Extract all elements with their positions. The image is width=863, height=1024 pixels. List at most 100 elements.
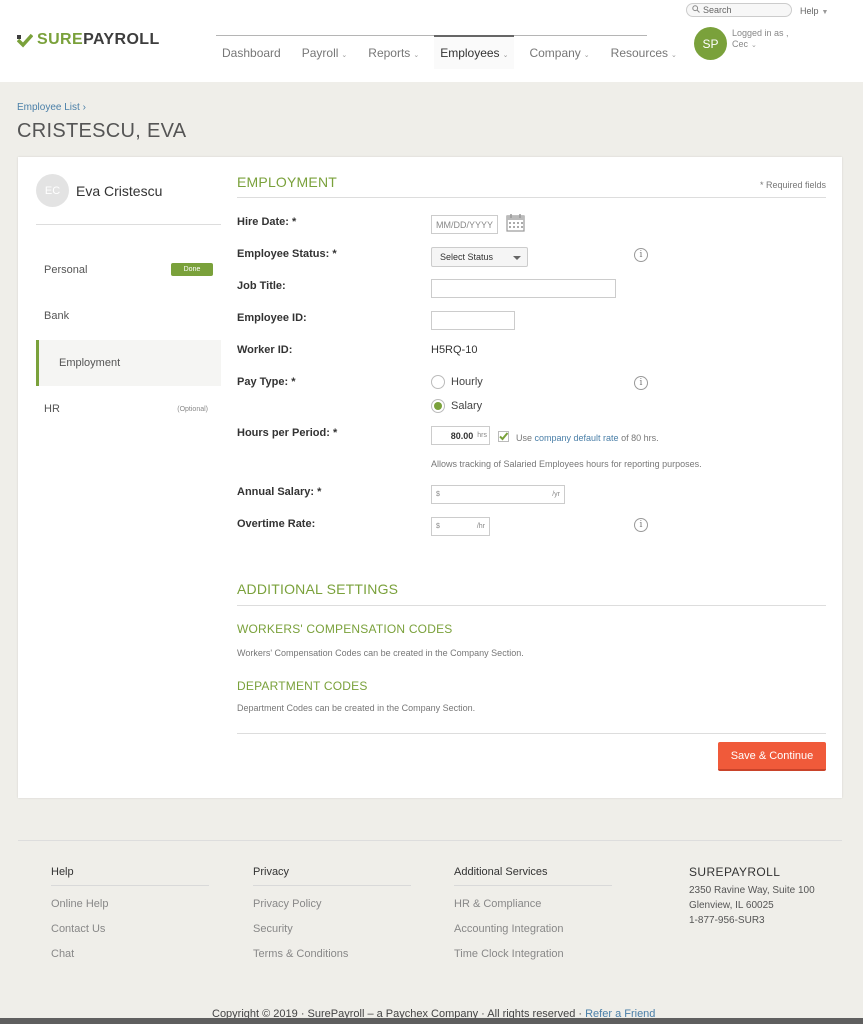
footer-link-contact-us[interactable]: Contact Us [51, 923, 209, 948]
footer-link-hr-compliance[interactable]: HR & Compliance [454, 898, 612, 923]
job-title-input[interactable] [431, 279, 616, 298]
footer-link-privacy-policy[interactable]: Privacy Policy [253, 898, 411, 923]
user-avatar[interactable]: SP [694, 27, 727, 60]
logo-payroll-text: PAYROLL [83, 31, 160, 48]
chevron-down-icon: ⌄ [502, 52, 509, 59]
surepayroll-logo[interactable]: SUREPAYROLL [16, 31, 160, 49]
sidebar-divider [36, 224, 221, 225]
hours-per-period-input[interactable]: 80.00 hrs [431, 426, 490, 445]
logged-in-label: Logged in as , [732, 28, 789, 38]
footer-brand: SUREPAYROLL [689, 865, 781, 879]
nav-dashboard[interactable]: Dashboard [216, 36, 287, 70]
workers-comp-note: Workers' Compensation Codes can be creat… [237, 648, 524, 658]
job-title-label: Job Title: [237, 280, 286, 292]
overtime-rate-label: Overtime Rate: [237, 518, 316, 530]
hourly-label[interactable]: Hourly [451, 376, 483, 388]
chevron-down-icon: ⌄ [413, 52, 420, 59]
search-icon [692, 5, 703, 15]
search-input[interactable]: Search [686, 3, 792, 17]
chevron-down-icon: ⌄ [671, 52, 677, 59]
page-title: CRISTESCU, EVA [17, 120, 187, 142]
footer-help-heading: Help [51, 866, 209, 886]
employee-avatar: EC [36, 174, 69, 207]
bottom-bar [0, 1018, 863, 1024]
annual-salary-label: Annual Salary: * [237, 486, 322, 498]
department-codes-note: Department Codes can be created in the C… [237, 703, 476, 713]
nav-reports[interactable]: Reports ⌄ [362, 36, 425, 70]
annual-salary-input[interactable]: $ /yr [431, 485, 565, 504]
logo-sure-text: SURE [37, 31, 84, 48]
hours-note: Allows tracking of Salaried Employees ho… [431, 459, 702, 469]
employee-id-label: Employee ID: [237, 312, 307, 324]
footer-privacy-heading: Privacy [253, 866, 411, 886]
footer-col-privacy: Privacy Privacy Policy Security Terms & … [253, 866, 411, 973]
salary-radio[interactable] [431, 399, 445, 413]
footer-link-chat[interactable]: Chat [51, 948, 209, 973]
chevron-down-icon: ▼ [821, 9, 829, 16]
nav-employees[interactable]: Employees ⌄ [434, 35, 515, 69]
footer-link-security[interactable]: Security [253, 923, 411, 948]
employment-section-title: EMPLOYMENT [237, 174, 338, 190]
use-default-rate-checkbox[interactable] [498, 431, 509, 442]
info-icon[interactable]: i [634, 376, 648, 390]
overtime-rate-input[interactable]: $ /hr [431, 517, 490, 536]
info-icon[interactable]: i [634, 518, 648, 532]
employee-status-select[interactable]: Select Status [431, 247, 528, 267]
employment-divider [237, 197, 826, 198]
hire-date-input[interactable]: MM/DD/YYYY [431, 215, 498, 234]
checkmark-logo-icon [16, 32, 34, 48]
footer-services-heading: Additional Services [454, 866, 612, 886]
sidebar-item-employment[interactable]: Employment [36, 340, 221, 386]
user-menu[interactable]: Logged in as , Cec ⌄ [732, 28, 789, 51]
additional-settings-title: ADDITIONAL SETTINGS [237, 581, 399, 597]
main-nav: Dashboard Payroll ⌄ Reports ⌄ Employees ⌄ C… [216, 35, 692, 70]
hours-per-period-label: Hours per Period: * [237, 427, 338, 439]
employee-status-label: Employee Status: * [237, 248, 337, 260]
user-name: Cec [732, 39, 749, 49]
breadcrumb-employee-list[interactable]: Employee List › [17, 102, 86, 113]
footer-link-time-clock[interactable]: Time Clock Integration [454, 948, 612, 973]
employee-id-input[interactable] [431, 311, 515, 330]
footer-phone: 1-877-956-SUR3 [689, 915, 765, 926]
sidebar-item-hr[interactable]: HR (Optional) [36, 386, 221, 432]
chevron-down-icon: ⌄ [341, 52, 348, 59]
chevron-down-icon: ⌄ [583, 52, 590, 59]
chevron-down-icon: ⌄ [751, 42, 757, 49]
footer-col-services: Additional Services HR & Compliance Acco… [454, 866, 612, 973]
footer-col-help: Help Online Help Contact Us Chat [51, 866, 209, 973]
nav-company[interactable]: Company ⌄ [523, 36, 595, 70]
hourly-radio[interactable] [431, 375, 445, 389]
employee-name: Eva Cristescu [76, 183, 163, 199]
pay-type-label: Pay Type: * [237, 376, 296, 388]
nav-resources[interactable]: Resources ⌄ [605, 36, 683, 70]
workers-comp-title: WORKERS' COMPENSATION CODES [237, 622, 453, 636]
top-header: SUREPAYROLL Search Help ▼ Dashboard Payro… [0, 0, 863, 82]
footer-link-online-help[interactable]: Online Help [51, 898, 209, 923]
sidebar-item-personal[interactable]: Personal Done [36, 247, 221, 293]
use-default-rate-text: Use company default rate of 80 hrs. [516, 433, 659, 443]
save-continue-button[interactable]: Save & Continue [718, 742, 826, 771]
worker-id-label: Worker ID: [237, 344, 293, 356]
company-default-rate-link[interactable]: company default rate [535, 433, 619, 443]
worker-id-value: H5RQ-10 [431, 344, 478, 356]
additional-divider [237, 605, 826, 606]
help-menu[interactable]: Help ▼ [800, 6, 828, 16]
actions-divider [237, 733, 826, 734]
calendar-icon[interactable] [506, 213, 525, 237]
required-fields-note: * Required fields [759, 180, 826, 190]
sidebar-item-bank[interactable]: Bank [36, 293, 221, 339]
footer-link-accounting[interactable]: Accounting Integration [454, 923, 612, 948]
caret-down-icon [513, 256, 521, 260]
done-badge: Done [171, 263, 213, 276]
employee-card: EC Eva Cristescu Personal Done Bank Empl… [18, 157, 842, 798]
nav-payroll[interactable]: Payroll ⌄ [296, 36, 354, 70]
hire-date-label: Hire Date: * [237, 216, 297, 228]
search-placeholder: Search [703, 5, 732, 15]
optional-label: (Optional) [177, 406, 208, 413]
info-icon[interactable]: i [634, 248, 648, 262]
department-codes-title: DEPARTMENT CODES [237, 679, 368, 693]
footer-divider [18, 840, 842, 841]
footer-address: 2350 Ravine Way, Suite 100 Glenview, IL … [689, 885, 815, 926]
salary-label[interactable]: Salary [451, 400, 482, 412]
footer-link-terms[interactable]: Terms & Conditions [253, 948, 411, 973]
